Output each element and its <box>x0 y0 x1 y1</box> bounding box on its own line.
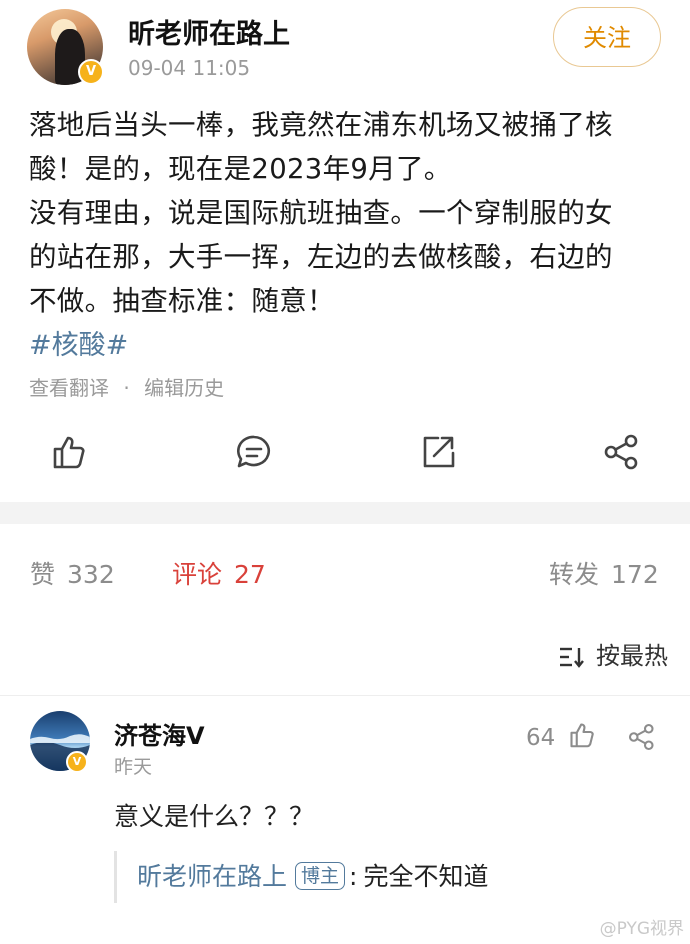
reply-author-name[interactable]: 昕老师在路上 <box>137 862 287 891</box>
comments-separator <box>0 695 690 696</box>
post-text-line: 的站在那，大手一挥，左边的去做核酸，右边的 <box>29 241 613 273</box>
verified-badge-icon: V <box>78 59 104 85</box>
author-reply[interactable]: 昕老师在路上 博主: 完全不知道 <box>114 851 488 903</box>
blogger-tag-badge: 博主 <box>295 862 346 890</box>
sort-label: 按最热 <box>596 642 668 670</box>
sort-toggle[interactable]: 按最热 <box>558 636 668 671</box>
edit-history-link[interactable]: 编辑历史 <box>144 372 224 401</box>
tab-comments[interactable]: 评论 27 <box>172 555 266 591</box>
post-author-name[interactable]: 昕老师在路上 <box>128 12 290 51</box>
tab-likes[interactable]: 赞 332 <box>30 555 115 591</box>
repost-icon[interactable] <box>418 432 458 472</box>
reply-colon: : <box>349 862 358 891</box>
post-text-line: 没有理由，说是国际航班抽查。一个穿制服的女 <box>29 197 613 229</box>
share-icon[interactable] <box>602 432 642 472</box>
tab-reposts-label: 转发 <box>549 560 600 589</box>
post-meta-row: 查看翻译 · 编辑历史 <box>29 372 224 401</box>
post-text-line: 不做。抽查标准：随意！ <box>29 285 335 317</box>
hashtag-link[interactable]: #核酸# <box>29 323 128 362</box>
like-icon[interactable] <box>49 432 89 472</box>
follow-button[interactable]: 关注 <box>553 7 661 67</box>
comment-like-icon <box>570 723 594 748</box>
watermark: @PYG视界 <box>599 919 684 939</box>
commenter-name[interactable]: 济苍海V <box>114 716 205 751</box>
commenter-verified-badge-icon: V <box>66 751 88 773</box>
tab-comments-count: 27 <box>234 560 266 589</box>
reply-text: 完全不知道 <box>363 862 489 891</box>
comment-time: 昨天 <box>114 756 153 778</box>
tab-likes-count: 332 <box>67 560 115 589</box>
meta-separator: · <box>123 376 130 400</box>
post-timestamp: 09-04 11:05 <box>128 56 251 80</box>
tab-comments-label: 评论 <box>172 560 223 589</box>
comment-icon[interactable] <box>234 432 274 472</box>
post-text-line: 酸！是的，现在是2023年9月了。 <box>29 153 452 185</box>
section-divider <box>0 502 690 524</box>
comment-text: 意义是什么？？？ <box>114 802 315 831</box>
post-body-text: 落地后当头一棒，我竟然在浦东机场又被捅了核 酸！是的，现在是2023年9月了。 … <box>29 103 669 323</box>
tab-reposts[interactable]: 转发 172 <box>549 555 659 591</box>
translate-link[interactable]: 查看翻译 <box>29 372 109 401</box>
tab-reposts-count: 172 <box>611 560 659 589</box>
comment-like-button[interactable]: 64 <box>526 720 597 751</box>
post-text-line: 落地后当头一棒，我竟然在浦东机场又被捅了核 <box>29 109 613 141</box>
comment-like-count: 64 <box>526 725 556 751</box>
comment-share-icon[interactable] <box>627 722 657 752</box>
tab-likes-label: 赞 <box>30 560 56 589</box>
sort-icon <box>560 647 584 668</box>
